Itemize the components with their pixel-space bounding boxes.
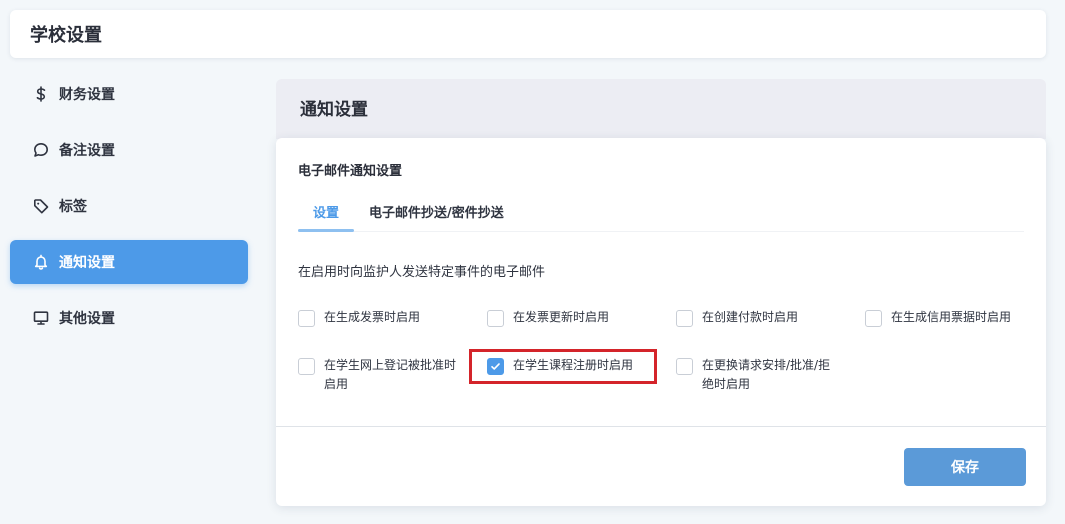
option-credit-note-generated[interactable]: 在生成信用票据时启用 [865, 308, 1029, 327]
dollar-icon [32, 85, 50, 103]
checkbox[interactable] [676, 358, 693, 375]
section-title: 电子邮件通知设置 [298, 164, 403, 179]
option-payment-created[interactable]: 在创建付款时启用 [676, 308, 840, 327]
highlight-box [469, 349, 657, 384]
option-invoice-generated[interactable]: 在生成发票时启用 [298, 308, 462, 327]
checkbox[interactable] [298, 358, 315, 375]
sidebar: 财务设置 备注设置 标签 通知设置 其他设置 [10, 72, 248, 352]
sidebar-item-notes[interactable]: 备注设置 [10, 128, 248, 172]
tab-email-cc-bcc[interactable]: 电子邮件抄送/密件抄送 [354, 202, 519, 232]
option-label: 在生成信用票据时启用 [891, 310, 1012, 324]
sidebar-item-finance[interactable]: 财务设置 [10, 72, 248, 116]
email-notification-card: 电子邮件通知设置 设置 电子邮件抄送/密件抄送 在启用时向监护人发送特定事件的电… [276, 138, 1046, 506]
panel-header: 通知设置 [276, 79, 1046, 139]
option-label: 在更换请求安排/批准/拒绝时启用 [702, 358, 831, 391]
save-button[interactable]: 保存 [904, 448, 1026, 486]
tab-settings[interactable]: 设置 [298, 202, 355, 232]
checkbox[interactable] [298, 310, 315, 327]
sidebar-item-label: 标签 [59, 199, 87, 215]
footer-divider [276, 426, 1046, 427]
option-label: 在创建付款时启用 [702, 310, 799, 324]
page-title: 学校设置 [30, 25, 102, 46]
speech-bubble-icon [32, 141, 50, 159]
sidebar-item-other[interactable]: 其他设置 [10, 296, 248, 340]
page-header: 学校设置 [10, 10, 1046, 58]
description-text: 在启用时向监护人发送特定事件的电子邮件 [298, 265, 546, 280]
sidebar-item-label: 备注设置 [59, 143, 115, 159]
tag-icon [32, 197, 50, 215]
monitor-icon [32, 309, 50, 327]
sidebar-item-notifications[interactable]: 通知设置 [10, 240, 248, 284]
option-change-request[interactable]: 在更换请求安排/批准/拒绝时启用 [676, 356, 840, 394]
option-label: 在生成发票时启用 [324, 310, 421, 324]
checkbox[interactable] [865, 310, 882, 327]
sidebar-item-label: 财务设置 [59, 87, 115, 103]
option-invoice-updated[interactable]: 在发票更新时启用 [487, 308, 651, 327]
option-label: 在发票更新时启用 [513, 310, 610, 324]
sidebar-item-label: 通知设置 [59, 255, 115, 271]
option-online-registration-approved[interactable]: 在学生网上登记被批准时启用 [298, 356, 462, 394]
sidebar-item-label: 其他设置 [59, 311, 115, 327]
checkbox[interactable] [676, 310, 693, 327]
tab-bar: 设置 电子邮件抄送/密件抄送 [298, 202, 519, 232]
bell-icon [32, 253, 50, 271]
panel-title: 通知设置 [300, 100, 368, 120]
option-label: 在学生网上登记被批准时启用 [324, 358, 457, 391]
sidebar-item-tags[interactable]: 标签 [10, 184, 248, 228]
checkbox[interactable] [487, 310, 504, 327]
